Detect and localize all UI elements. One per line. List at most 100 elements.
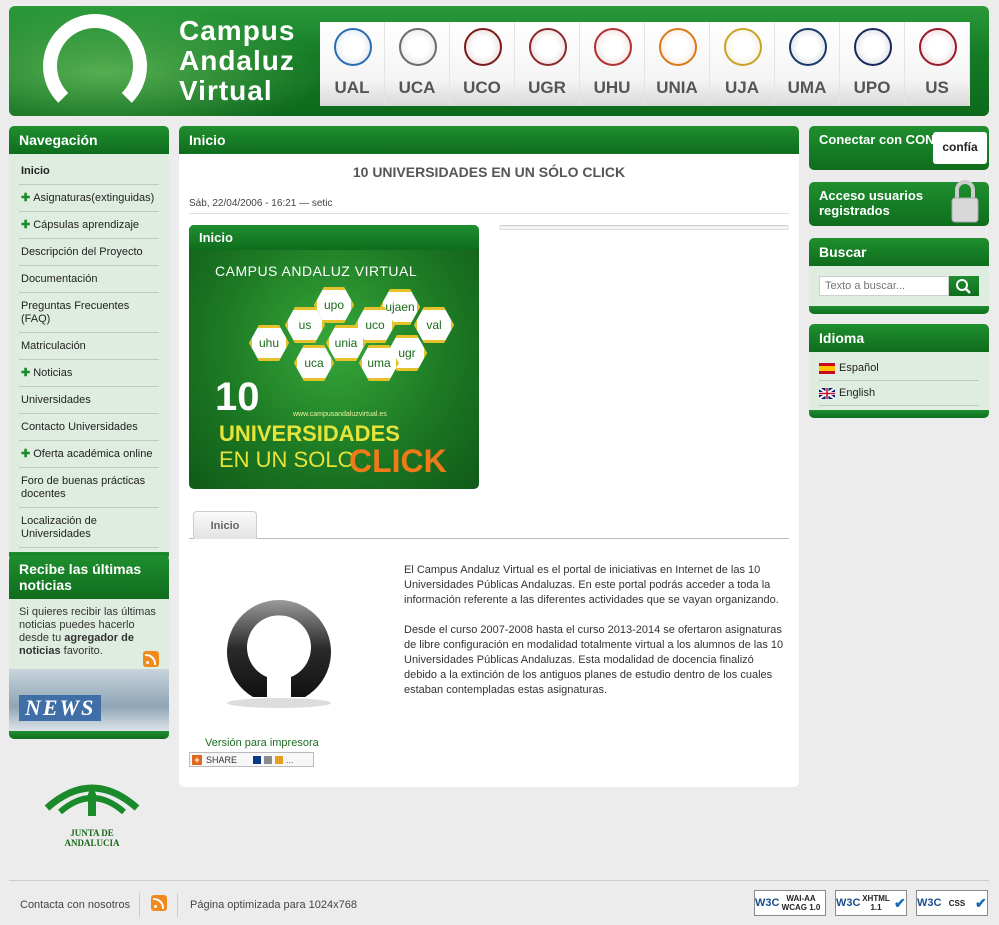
- banner-click: CLICK: [349, 443, 447, 479]
- share-plus-icon: +: [192, 754, 202, 765]
- news-box: Recibe las últimas noticias Si quieres r…: [9, 555, 169, 739]
- site-footer: Contacta con nosotros Página optimizada …: [9, 880, 989, 925]
- share-button[interactable]: + SHARE ...: [189, 752, 314, 767]
- hex-uca: uca: [294, 345, 334, 381]
- tab-bar: Inicio: [189, 509, 789, 539]
- xhtml-badge[interactable]: W3C XHTML 1.1 ✔: [835, 890, 907, 916]
- language-title: Idioma: [809, 324, 989, 352]
- nav-item-5[interactable]: Preguntas Frecuentes (FAQ): [19, 293, 159, 333]
- print-version-link[interactable]: Versión para impresora: [205, 737, 319, 749]
- padlock-icon: [951, 180, 979, 223]
- nav-item-9[interactable]: Contacto Universidades: [19, 414, 159, 441]
- nav-item-3[interactable]: Descripción del Proyecto: [19, 239, 159, 266]
- expand-plus-icon: ✚: [21, 448, 31, 460]
- contact-link[interactable]: Contacta con nosotros: [20, 899, 130, 911]
- university-link-uhu[interactable]: UHU: [580, 22, 645, 106]
- university-link-upo[interactable]: UPO: [840, 22, 905, 106]
- page-title: 10 UNIVERSIDADES EN UN SÓLO CLICK: [352, 164, 626, 180]
- university-link-uma[interactable]: UMA: [775, 22, 840, 106]
- uja-logo-icon: [724, 28, 762, 66]
- ual-logo-icon: [334, 28, 372, 66]
- expand-plus-icon: ✚: [21, 367, 31, 379]
- campus-logo-icon[interactable]: [43, 14, 147, 116]
- expand-plus-icon: ✚: [21, 219, 31, 231]
- nav-item-8[interactable]: Universidades: [19, 387, 159, 414]
- university-link-uja[interactable]: UJA: [710, 22, 775, 106]
- uco-logo-icon: [464, 28, 502, 66]
- optimized-note: Página optimizada para 1024x768: [190, 899, 357, 911]
- registered-users-button[interactable]: Acceso usuarios registrados: [809, 180, 989, 226]
- hex-val: val: [414, 307, 454, 343]
- css-badge[interactable]: W3C CSS ✔: [916, 890, 988, 916]
- university-links: UAL UCA UCO UGR UHU UNIA UJA UMA UPO US: [320, 22, 970, 106]
- navigation-title: Navegación: [9, 126, 169, 154]
- banner-number: 10: [215, 375, 260, 419]
- nav-item-4[interactable]: Documentación: [19, 266, 159, 293]
- language-box: Idioma Español English: [809, 324, 989, 418]
- footer-rss-icon[interactable]: [151, 895, 167, 911]
- confia-logo-icon: confía: [933, 132, 987, 164]
- language-english[interactable]: English: [819, 381, 979, 406]
- university-link-ugr[interactable]: UGR: [515, 22, 580, 106]
- main-content: Inicio 10 UNIVERSIDADES EN UN SÓLO CLICK…: [179, 126, 799, 787]
- news-text: Si quieres recibir las últimas noticias …: [9, 599, 169, 669]
- junta-label: JUNTA DE ANDALUCIA: [64, 828, 120, 848]
- digg-icon: [264, 755, 273, 764]
- uk-flag-icon: [819, 387, 835, 399]
- search-input[interactable]: [819, 276, 949, 296]
- uhu-logo-icon: [594, 28, 632, 66]
- wcag-badge[interactable]: W3C WAI-AA WCAG 1.0: [754, 890, 826, 916]
- uma-logo-icon: [789, 28, 827, 66]
- description-paragraph-2: Desde el curso 2007-2008 hasta el curso …: [404, 624, 784, 696]
- check-icon: ✔: [894, 894, 906, 911]
- confia-login-button[interactable]: Conectar con CONFÍA confía: [809, 126, 989, 170]
- nav-item-6[interactable]: Matriculación: [19, 333, 159, 360]
- facebook-icon: [275, 755, 284, 764]
- spain-flag-icon: [819, 362, 835, 374]
- rss-icon[interactable]: [143, 651, 159, 667]
- campus-ring-icon: [209, 581, 349, 711]
- nav-item-10[interactable]: ✚ Oferta académica online: [19, 441, 159, 468]
- us-logo-icon: [919, 28, 957, 66]
- search-icon: [956, 279, 971, 294]
- banner-url: www.campusandaluzvirtual.es: [293, 411, 387, 418]
- search-title: Buscar: [809, 238, 989, 266]
- upo-logo-icon: [854, 28, 892, 66]
- banner-line2: EN UN SOLO: [219, 447, 355, 472]
- post-meta: Sáb, 22/04/2006 - 16:21 — setic: [189, 198, 789, 214]
- university-link-ual[interactable]: UAL: [320, 22, 385, 106]
- banner-header: Inicio: [189, 225, 479, 250]
- promo-banner[interactable]: Inicio CAMPUS ANDALUZ VIRTUAL upo ujaen us…: [189, 225, 479, 489]
- nav-item-7[interactable]: ✚ Noticias: [19, 360, 159, 387]
- navigation-box: Navegación Inicio ✚ Asignaturas(extinguida…: [9, 126, 169, 560]
- content-divider: [499, 225, 789, 230]
- delicious-icon: [253, 755, 262, 764]
- description-paragraph-1: El Campus Andaluz Virtual es el portal d…: [404, 564, 779, 606]
- hex-uhu: uhu: [249, 325, 289, 361]
- nav-item-12[interactable]: Localización de Universidades: [19, 508, 159, 548]
- navigation-list: Inicio ✚ Asignaturas(extinguidas) ✚ Cápsulas…: [9, 154, 169, 552]
- nav-item-11[interactable]: Foro de buenas prácticas docentes: [19, 468, 159, 508]
- university-link-uco[interactable]: UCO: [450, 22, 515, 106]
- uca-logo-icon: [399, 28, 437, 66]
- university-link-uca[interactable]: UCA: [385, 22, 450, 106]
- site-title[interactable]: Campus Andaluz Virtual: [179, 16, 295, 106]
- junta-andalucia-logo[interactable]: JUNTA DE ANDALUCIA: [42, 772, 142, 848]
- ugr-logo-icon: [529, 28, 567, 66]
- university-link-unia[interactable]: UNIA: [645, 22, 710, 106]
- university-link-us[interactable]: US: [905, 22, 970, 106]
- news-image: NEWS: [9, 669, 169, 731]
- nav-item-2[interactable]: ✚ Cápsulas aprendizaje: [19, 212, 159, 239]
- expand-plus-icon: ✚: [21, 192, 31, 204]
- nav-item-0[interactable]: Inicio: [19, 158, 159, 185]
- nav-item-1[interactable]: ✚ Asignaturas(extinguidas): [19, 185, 159, 212]
- description-text: El Campus Andaluz Virtual es el portal d…: [404, 563, 784, 713]
- language-spanish[interactable]: Español: [819, 356, 979, 381]
- unia-logo-icon: [659, 28, 697, 66]
- check-icon: ✔: [975, 894, 987, 911]
- search-button[interactable]: [949, 276, 979, 296]
- right-column: Conectar con CONFÍA confía Acceso usuari…: [809, 126, 989, 428]
- banner-title: CAMPUS ANDALUZ VIRTUAL: [215, 263, 418, 279]
- site-header: Campus Andaluz Virtual UAL UCA UCO UGR UHU UN…: [9, 6, 989, 116]
- tab-inicio[interactable]: Inicio: [193, 511, 257, 539]
